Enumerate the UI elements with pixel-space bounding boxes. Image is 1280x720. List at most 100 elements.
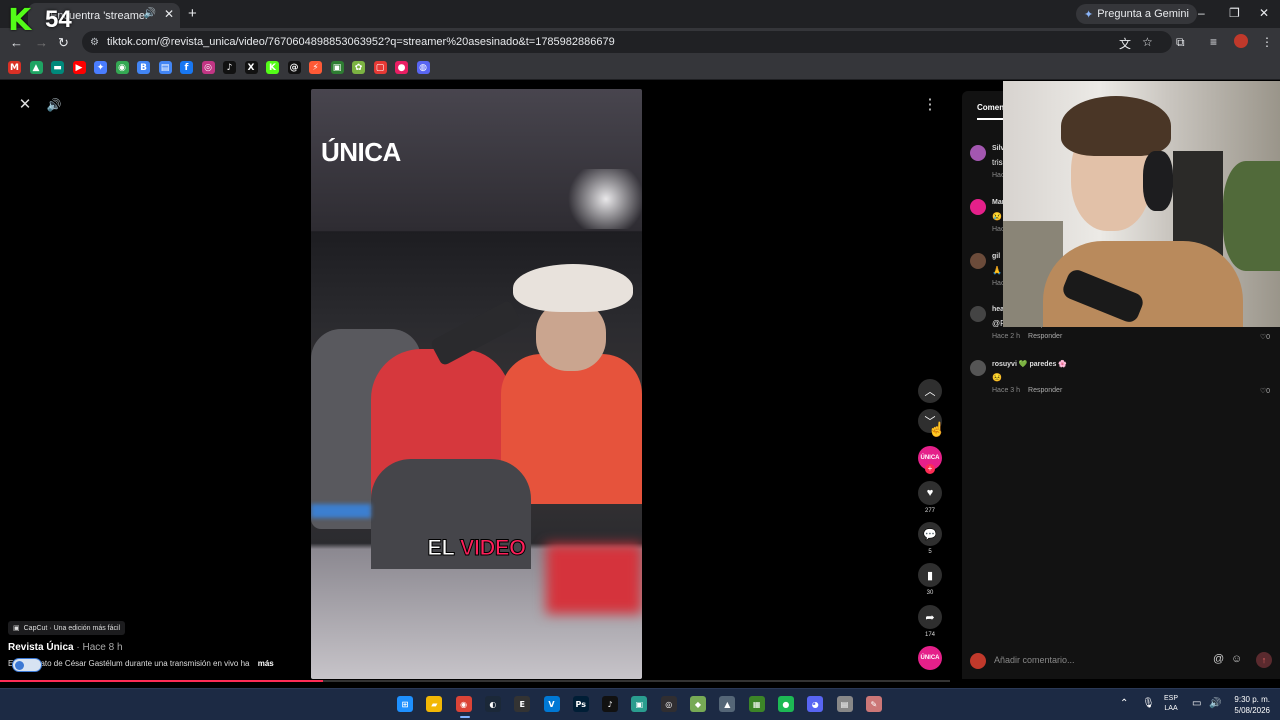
network-icon[interactable]: ▭ bbox=[1192, 698, 1201, 709]
comment-avatar[interactable] bbox=[970, 253, 986, 269]
bookmark-star-icon[interactable]: ☆ bbox=[1142, 35, 1153, 49]
reload-icon[interactable]: ↻ bbox=[58, 35, 69, 51]
comment-action[interactable]: 💬 5 bbox=[918, 522, 942, 555]
start-icon[interactable]: ⊞ bbox=[397, 696, 413, 712]
b-icon[interactable]: B bbox=[137, 61, 150, 74]
drive-icon[interactable]: ▲ bbox=[29, 61, 43, 74]
epic-games-icon[interactable]: E bbox=[514, 696, 531, 712]
video-progress-bar[interactable] bbox=[0, 680, 950, 682]
facebook-icon[interactable]: f bbox=[180, 61, 193, 74]
translate-icon[interactable]: 文 bbox=[1119, 35, 1131, 52]
like-action[interactable]: ♥ 277 bbox=[918, 481, 942, 514]
comment-user[interactable]: rosuyvi 💚 paredes 🌸 bbox=[992, 360, 1067, 368]
follow-plus-icon[interactable]: + bbox=[925, 464, 935, 474]
reply-button[interactable]: Responder bbox=[1028, 387, 1062, 394]
maximize-icon[interactable]: ❐ bbox=[1229, 6, 1240, 20]
music-disc[interactable]: ÚNICA bbox=[918, 646, 942, 670]
url-bar[interactable]: ⚙ tiktok.com/@revista_unica/video/767060… bbox=[82, 31, 1172, 53]
discord-icon[interactable]: ◕ bbox=[807, 696, 824, 712]
comment-like[interactable]: ♡0 bbox=[1260, 333, 1270, 341]
webcam-hair bbox=[1061, 96, 1171, 156]
obs-icon[interactable]: ◎ bbox=[660, 696, 677, 712]
translation-toggle[interactable] bbox=[12, 658, 42, 672]
pink-app-icon[interactable]: ● bbox=[395, 61, 408, 74]
comment-avatar[interactable] bbox=[970, 306, 986, 322]
send-comment-button[interactable]: ↑ bbox=[1256, 652, 1272, 668]
extensions-icon[interactable]: ⧉ bbox=[1176, 35, 1185, 50]
reply-button[interactable]: Responder bbox=[1028, 333, 1062, 340]
game-icon[interactable]: ✿ bbox=[352, 61, 365, 74]
comment-avatar[interactable] bbox=[970, 360, 986, 376]
active-app-indicator bbox=[460, 716, 470, 718]
comment-input[interactable]: Añadir comentario... bbox=[994, 655, 1075, 665]
game-icon[interactable]: ◆ bbox=[690, 696, 706, 712]
launcher-icon[interactable]: ▲ bbox=[719, 696, 736, 712]
comment-avatar[interactable] bbox=[970, 145, 986, 161]
editor-icon[interactable]: ✎ bbox=[865, 696, 882, 712]
vscode-icon[interactable]: V bbox=[543, 696, 560, 712]
docs-icon[interactable]: ▤ bbox=[158, 61, 172, 74]
minimize-icon[interactable]: – bbox=[1198, 6, 1205, 20]
close-window-icon[interactable]: ✕ bbox=[1259, 6, 1269, 20]
close-video-icon[interactable]: ✕ bbox=[16, 96, 34, 114]
kick-icon[interactable]: K bbox=[266, 61, 279, 74]
media-controls-icon[interactable]: ≡ bbox=[1210, 35, 1217, 49]
emoji-icon[interactable]: ☺ bbox=[1231, 653, 1242, 665]
language-indicator[interactable]: ESP LAA bbox=[1164, 694, 1178, 714]
mention-icon[interactable]: @ bbox=[1213, 653, 1224, 665]
chrome-icon[interactable]: ◉ bbox=[455, 696, 472, 712]
gmail-icon[interactable]: M bbox=[8, 61, 21, 74]
previous-video-button[interactable]: ︿ bbox=[918, 379, 942, 403]
gemini-icon[interactable]: ✦ bbox=[94, 61, 107, 74]
site-info-icon[interactable]: ⚙ bbox=[90, 37, 99, 48]
video-caption: EL VIDEO bbox=[311, 535, 642, 561]
profile-avatar[interactable] bbox=[1234, 34, 1248, 48]
spotify-icon[interactable]: ● bbox=[777, 696, 794, 712]
system-clock[interactable]: 9:30 p. m. 5/08/2026 bbox=[1228, 694, 1270, 716]
tray-chevron-icon[interactable]: ⌃ bbox=[1120, 698, 1128, 709]
share-action[interactable]: ➦ 174 bbox=[918, 605, 942, 638]
discord-app-icon[interactable]: ◍ bbox=[416, 61, 430, 74]
volume-icon[interactable]: 🔊 bbox=[46, 96, 62, 114]
meet-icon[interactable]: ▬ bbox=[51, 61, 64, 74]
speaker-icon[interactable]: 🔊 bbox=[1209, 698, 1221, 709]
youtube-icon[interactable]: ▶ bbox=[72, 61, 86, 74]
save-action[interactable]: ▮ 30 bbox=[918, 563, 942, 596]
app-icon[interactable]: ▣ bbox=[330, 61, 344, 74]
author-name[interactable]: Revista Única bbox=[8, 642, 74, 653]
webcam-plant bbox=[1223, 161, 1280, 271]
photoshop-icon[interactable]: Ps bbox=[572, 696, 589, 712]
app-icon[interactable]: ▣ bbox=[631, 696, 648, 712]
microphone-icon[interactable]: 🎙 bbox=[1142, 698, 1155, 709]
red-app-icon[interactable]: ▢ bbox=[373, 61, 387, 74]
tab-audio-icon[interactable]: 🔊 bbox=[144, 8, 156, 19]
gemini-button[interactable]: ✦ Pregunta a Gemini bbox=[1076, 4, 1197, 24]
steam-icon[interactable]: ◐ bbox=[484, 696, 501, 712]
comment-like[interactable]: ♡0 bbox=[1260, 387, 1270, 395]
maps-icon[interactable]: ◉ bbox=[115, 61, 129, 74]
threads-icon[interactable]: @ bbox=[287, 61, 301, 74]
comment-time: Hace 3 h bbox=[992, 387, 1021, 394]
comment-text: 😢 bbox=[992, 212, 1002, 221]
file-icon[interactable]: ▤ bbox=[836, 696, 853, 712]
video-player[interactable]: ÚNICA EL VIDEO bbox=[311, 89, 642, 679]
flash-icon[interactable]: ⚡ bbox=[309, 61, 322, 74]
tiktok-app-icon[interactable]: ♪ bbox=[602, 696, 619, 712]
minecraft-icon[interactable]: ▦ bbox=[748, 696, 765, 712]
creator-avatar[interactable]: ÚNICA + bbox=[918, 446, 942, 474]
instagram-icon[interactable]: ◎ bbox=[201, 61, 215, 74]
tab-comments[interactable]: Comen bbox=[977, 103, 1005, 120]
capcut-badge[interactable]: ▣ CapCut · Una edición más fácil bbox=[8, 621, 126, 635]
more-link[interactable]: más bbox=[258, 659, 274, 668]
comment-user[interactable]: gil bbox=[992, 253, 1000, 260]
x-icon[interactable]: X bbox=[244, 61, 258, 74]
comment-text: 🙏 bbox=[992, 266, 1002, 275]
user-avatar bbox=[970, 653, 986, 669]
comment-avatar[interactable] bbox=[970, 199, 986, 215]
browser-menu-icon[interactable]: ⋮ bbox=[1261, 35, 1273, 49]
file-explorer-icon[interactable]: ▰ bbox=[426, 696, 443, 712]
tiktok-icon[interactable]: ♪ bbox=[223, 61, 236, 74]
new-tab-button[interactable]: + bbox=[188, 5, 197, 22]
more-options-icon[interactable]: ⋮ bbox=[922, 96, 938, 114]
tab-close-icon[interactable]: ✕ bbox=[164, 7, 174, 21]
